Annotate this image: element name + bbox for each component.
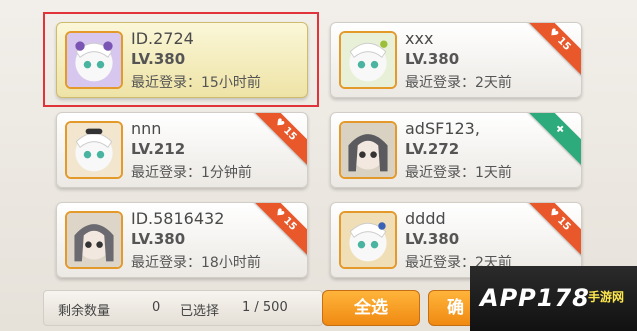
selected-count: 1 / 500 [242,300,288,315]
selected-label: 已选择 [180,304,220,319]
last-login: 最近登录：1分钟前 [131,165,252,181]
account-card[interactable]: nnn LV.212 最近登录：1分钟前 ♥ 15 [56,112,308,188]
remaining-label: 剩余数量 [58,304,111,319]
avatar [339,121,397,179]
account-card[interactable]: adSF123, LV.272 最近登录：1天前 ✚ [330,112,582,188]
select-all-button[interactable]: 全选 [322,290,420,326]
avatar [65,211,123,269]
last-login: 最近登录：18小时前 [131,255,261,271]
watermark-text: APP178 [480,284,590,312]
account-level: LV.380 [405,50,460,68]
remaining-count: 0 [152,300,161,315]
account-id: dddd [405,209,446,228]
character-portrait-icon [341,123,395,177]
vip-ribbon: ♥ 15 [243,113,307,172]
avatar [65,121,123,179]
last-login: 最近登录：2天前 [405,75,512,91]
badge-icon: ✚ [552,122,567,137]
account-id: xxx [405,29,434,48]
badge-ribbon: ✚ [517,113,581,172]
character-portrait-icon [341,213,395,267]
account-select-panel: ID.2724 LV.380 最近登录：15小时前 xxx LV.380 最近登… [0,0,637,331]
watermark-subtext: 手游网 [588,290,625,304]
account-card[interactable]: ID.5816432 LV.380 最近登录：18小时前 ♥ 15 [56,202,308,278]
character-portrait-icon [67,123,121,177]
selection-highlight [43,12,319,107]
account-id: nnn [131,119,162,138]
watermark-logo: APP178 手游网 [470,266,637,331]
account-level: LV.380 [131,230,186,248]
vip-ribbon: ♥ 15 [517,203,581,262]
character-portrait-icon [67,213,121,267]
avatar [339,31,397,89]
character-portrait-icon [341,33,395,87]
avatar [339,211,397,269]
last-login: 最近登录：1天前 [405,165,512,181]
account-level: LV.212 [131,140,186,158]
selection-status-bar: 剩余数量 0 已选择 1 / 500 [43,290,323,326]
account-id: ID.5816432 [131,209,225,228]
account-level: LV.380 [405,230,460,248]
account-card[interactable]: xxx LV.380 最近登录：2天前 ♥ 15 [330,22,582,98]
vip-ribbon: ♥ 15 [517,23,581,82]
account-level: LV.272 [405,140,460,158]
account-id: adSF123, [405,119,480,138]
